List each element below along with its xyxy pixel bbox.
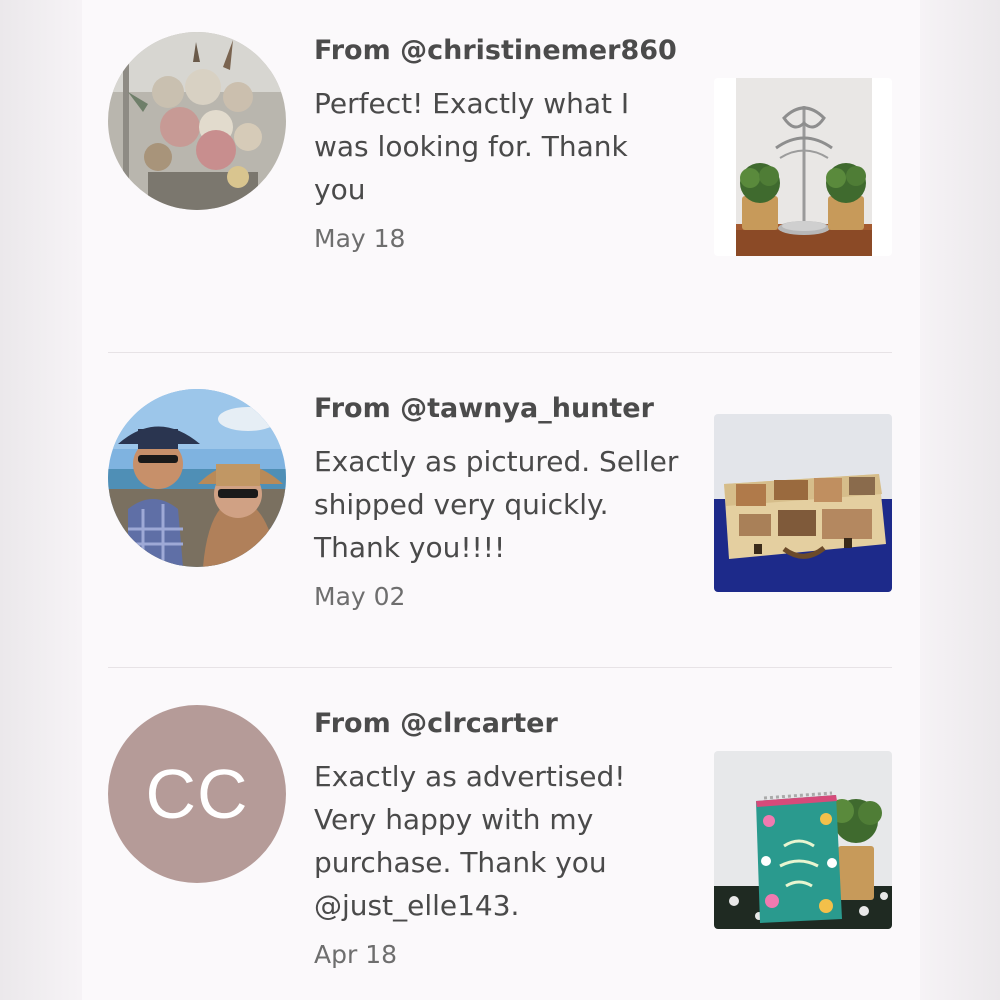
jewelry-stand-with-plants-photo-icon bbox=[714, 78, 892, 256]
avatar-initials: CC bbox=[145, 755, 249, 833]
reviewer-avatar[interactable]: CC bbox=[108, 705, 286, 883]
review-item-thumbnail[interactable] bbox=[714, 78, 892, 256]
decorative-suitcase-box-photo-icon bbox=[714, 414, 892, 592]
review-text: From @clrcarter Exactly as advertised! V… bbox=[314, 703, 684, 971]
reviewer-avatar[interactable] bbox=[108, 32, 286, 210]
flower-arrangement-photo-icon bbox=[108, 32, 286, 210]
review-date: May 02 bbox=[314, 582, 406, 611]
review-author[interactable]: From @christinemer860 bbox=[314, 30, 684, 72]
floral-notebook-with-plant-photo-icon bbox=[714, 751, 892, 929]
screen: From @christinemer860 Perfect! Exactly w… bbox=[0, 0, 1000, 1000]
review-item-thumbnail[interactable] bbox=[714, 414, 892, 592]
review-date: Apr 18 bbox=[314, 940, 398, 969]
review-comment: Exactly as pictured. Seller shipped very… bbox=[314, 445, 679, 564]
reviewer-avatar[interactable] bbox=[108, 389, 286, 567]
review-comment: Perfect! Exactly what I was looking for.… bbox=[314, 87, 630, 206]
review-date: May 18 bbox=[314, 224, 406, 253]
divider bbox=[108, 352, 892, 353]
reviews-list: From @christinemer860 Perfect! Exactly w… bbox=[82, 0, 920, 1000]
review-author[interactable]: From @tawnya_hunter bbox=[314, 388, 684, 430]
divider bbox=[108, 667, 892, 668]
review-item-thumbnail[interactable] bbox=[714, 751, 892, 929]
review-text: From @christinemer860 Perfect! Exactly w… bbox=[314, 30, 684, 255]
review-comment: Exactly as advertised! Very happy with m… bbox=[314, 760, 626, 922]
review-author[interactable]: From @clrcarter bbox=[314, 703, 684, 745]
couple-at-beach-photo-icon bbox=[108, 389, 286, 567]
review-text: From @tawnya_hunter Exactly as pictured.… bbox=[314, 388, 684, 613]
